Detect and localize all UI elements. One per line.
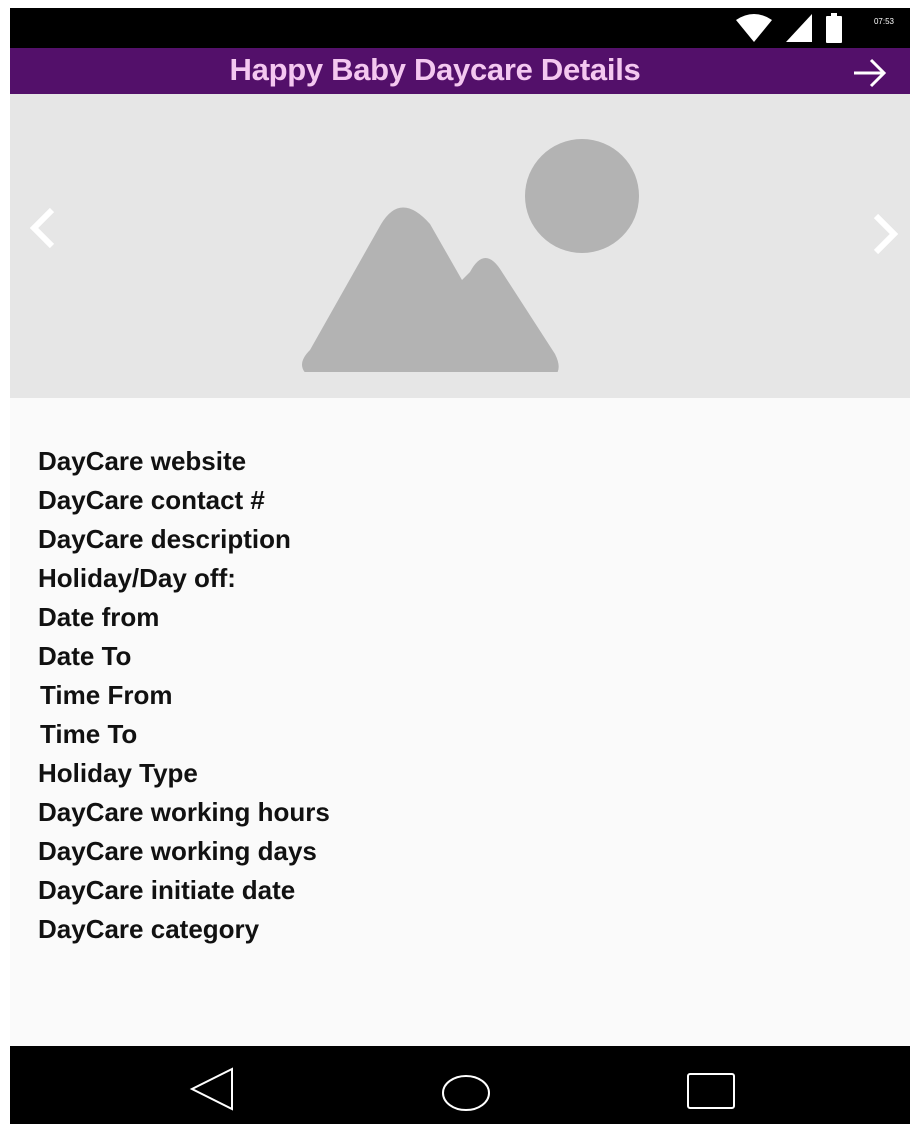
image-placeholder-icon bbox=[302, 139, 639, 372]
detail-date-to: Date To bbox=[38, 641, 132, 671]
daycare-details: DayCare website DayCare contact # DayCar… bbox=[38, 446, 878, 953]
nav-back-button[interactable] bbox=[186, 1066, 238, 1117]
status-time: 07:53 bbox=[873, 16, 894, 26]
detail-website: DayCare website bbox=[38, 446, 247, 476]
nav-recents-button[interactable] bbox=[684, 1066, 738, 1117]
forward-button[interactable] bbox=[850, 56, 890, 88]
status-icons: 07:53 bbox=[735, 12, 894, 44]
detail-working-hours: DayCare working hours bbox=[38, 797, 330, 827]
recents-square-icon bbox=[687, 1073, 735, 1109]
nav-home-button[interactable] bbox=[440, 1066, 492, 1117]
detail-initiate-date: DayCare initiate date bbox=[38, 875, 296, 905]
image-carousel bbox=[10, 94, 910, 398]
detail-date-from: Date from bbox=[38, 602, 160, 632]
page-title: Happy Baby Daycare Details bbox=[229, 52, 641, 87]
detail-description: DayCare description bbox=[38, 524, 291, 554]
detail-time-from: Time From bbox=[40, 680, 173, 710]
signal-icon bbox=[785, 14, 812, 42]
detail-working-days: DayCare working days bbox=[38, 836, 317, 866]
home-circle-icon bbox=[442, 1075, 490, 1111]
app-bar: Happy Baby Daycare Details bbox=[10, 48, 910, 94]
detail-holiday-type: Holiday Type bbox=[38, 758, 198, 788]
detail-time-to: Time To bbox=[40, 719, 138, 749]
carousel-next-button[interactable] bbox=[866, 204, 906, 264]
detail-holiday-header: Holiday/Day off: bbox=[38, 563, 236, 593]
arrow-right-icon bbox=[854, 58, 887, 88]
carousel-prev-button[interactable] bbox=[20, 198, 60, 258]
status-bar: 07:53 bbox=[10, 8, 910, 48]
back-triangle-icon bbox=[189, 1067, 233, 1111]
battery-icon bbox=[825, 13, 842, 43]
chevron-left-icon bbox=[29, 207, 55, 249]
chevron-right-icon bbox=[873, 213, 899, 255]
detail-category: DayCare category bbox=[38, 914, 260, 944]
wifi-icon bbox=[735, 14, 772, 42]
phone-screen: 07:53 Happy Baby Daycare Details DayCare… bbox=[10, 8, 910, 1124]
detail-contact: DayCare contact # bbox=[38, 485, 265, 515]
navigation-bar bbox=[10, 1046, 910, 1124]
